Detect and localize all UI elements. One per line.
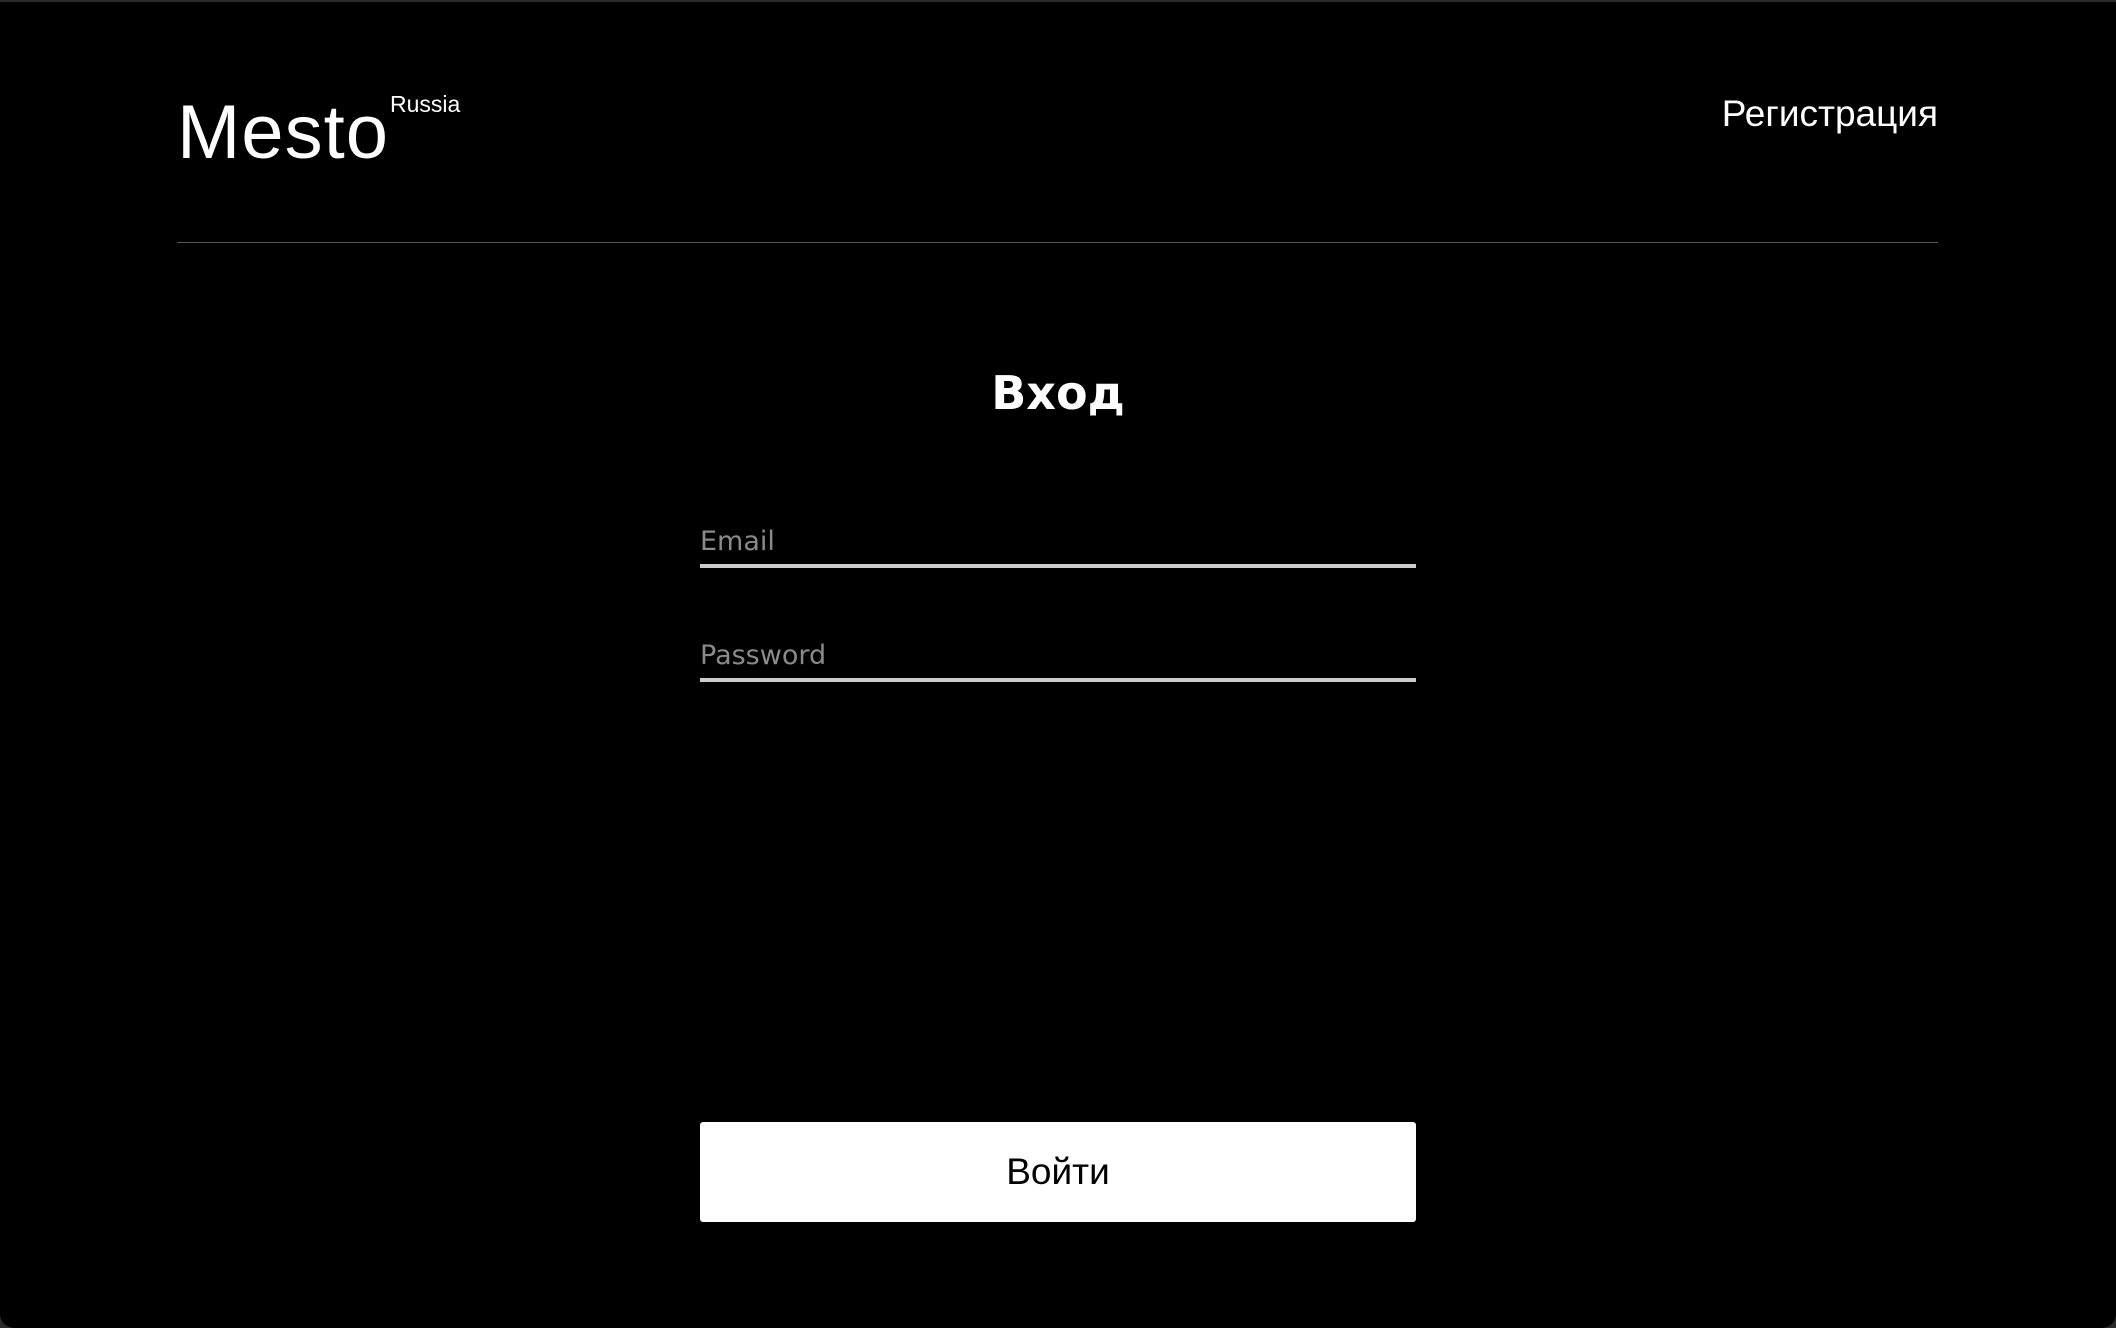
- page-header: Mesto Russia Регистрация: [177, 2, 1938, 243]
- register-link[interactable]: Регистрация: [1722, 92, 1938, 136]
- email-input[interactable]: [700, 520, 1416, 568]
- login-form: Вход Войти: [700, 358, 1416, 1222]
- logo-superscript: Russia: [390, 91, 461, 117]
- login-button[interactable]: Войти: [700, 1122, 1416, 1222]
- app-window: Mesto Russia Регистрация Вход Войти: [0, 2, 2116, 1328]
- login-title: Вход: [991, 366, 1125, 420]
- password-input[interactable]: [700, 634, 1416, 682]
- logo-text: Mesto: [177, 90, 389, 175]
